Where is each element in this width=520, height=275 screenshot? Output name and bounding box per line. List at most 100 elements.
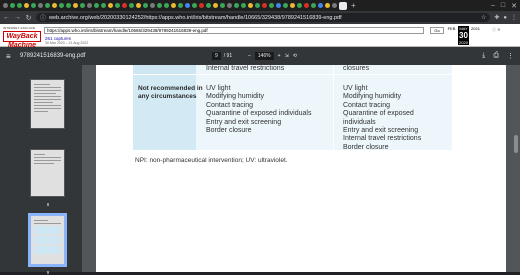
tab[interactable]: [255, 3, 260, 8]
tab[interactable]: [108, 3, 113, 8]
tab[interactable]: [164, 3, 169, 8]
list-item: Internal travel restrictions: [343, 135, 422, 143]
tab[interactable]: [80, 3, 85, 8]
list-item: Quarantine of exposed individuals: [206, 110, 312, 118]
tab[interactable]: [234, 3, 239, 8]
tab[interactable]: [157, 3, 162, 8]
url-text[interactable]: web.archive.org/web/20200330124252/https…: [49, 15, 342, 21]
tab[interactable]: [171, 3, 176, 8]
tab-active[interactable]: [339, 1, 347, 10]
tab[interactable]: [45, 3, 50, 8]
tab[interactable]: [325, 3, 330, 8]
tab[interactable]: [73, 3, 78, 8]
next-year-label[interactable]: 2021: [470, 26, 481, 45]
tab[interactable]: [276, 3, 281, 8]
forward-icon[interactable]: →: [14, 14, 21, 21]
thumbnail-page-number: 8: [46, 202, 50, 207]
sidebar-menu-icon[interactable]: ≡: [6, 52, 16, 61]
list-item: UV light: [343, 85, 368, 92]
tab[interactable]: [178, 3, 183, 8]
minimize-icon[interactable]: –: [491, 2, 495, 10]
tab[interactable]: [241, 3, 246, 8]
print-icon[interactable]: ⎙: [493, 52, 499, 60]
list-item: Border closure: [343, 143, 389, 151]
tab[interactable]: [87, 3, 92, 8]
new-tab-icon[interactable]: +: [351, 1, 356, 10]
wayback-logo[interactable]: INTERNET ARCHIVE WayBack Machine: [3, 26, 41, 49]
capture-calendar: FEB MAY 30 2020 2021: [446, 26, 481, 45]
tab[interactable]: [115, 3, 120, 8]
tab[interactable]: [220, 3, 225, 8]
zoom-level-input[interactable]: 146%: [254, 52, 274, 60]
tab[interactable]: [136, 3, 141, 8]
pdf-filename: 9789241516839-eng.pdf: [20, 53, 86, 59]
extensions-icon[interactable]: ✚: [494, 14, 499, 21]
table-cell: Internal travel restrictions: [206, 65, 285, 72]
go-button[interactable]: Go: [430, 27, 444, 34]
pdf-viewer[interactable]: Internal travel restrictions closures No…: [82, 65, 520, 272]
tab[interactable]: [318, 3, 323, 8]
tab[interactable]: [311, 3, 316, 8]
tab[interactable]: [304, 3, 309, 8]
current-year: 2020: [459, 40, 468, 45]
close-wayback-icon[interactable]: ✕: [497, 27, 500, 32]
wayback-url-input[interactable]: https://apps.who.int/iris/bitstream/hand…: [44, 27, 424, 34]
tab[interactable]: [101, 3, 106, 8]
tab[interactable]: [227, 3, 232, 8]
tab[interactable]: [17, 3, 22, 8]
address-bar: ← → ↻ ⓘ web.archive.org/web/202003301242…: [0, 11, 520, 24]
tab[interactable]: [24, 3, 29, 8]
bookmark-star-icon[interactable]: ☆: [481, 14, 486, 21]
page-thumbnail[interactable]: [30, 149, 65, 197]
internet-archive-label: INTERNET ARCHIVE: [3, 26, 36, 30]
about-icon[interactable]: ⓘ: [492, 27, 496, 32]
more-options-icon[interactable]: ⋮: [507, 52, 514, 60]
tab[interactable]: [129, 3, 134, 8]
page-thumbnail[interactable]: [30, 79, 65, 129]
scrollbar[interactable]: [514, 135, 518, 153]
close-icon[interactable]: ✕: [511, 2, 517, 10]
zoom-in-button[interactable]: +: [278, 53, 281, 59]
site-info-icon[interactable]: ⓘ: [40, 13, 46, 22]
tab[interactable]: [283, 3, 288, 8]
tab-strip: + – □ ✕: [0, 0, 520, 11]
prev-month-label[interactable]: FEB: [446, 26, 457, 45]
tab[interactable]: [143, 3, 148, 8]
tab[interactable]: [94, 3, 99, 8]
tab[interactable]: [185, 3, 190, 8]
profile-icon[interactable]: ●: [503, 15, 507, 21]
tab[interactable]: [206, 3, 211, 8]
menu-icon[interactable]: ⋮: [511, 14, 517, 21]
tab[interactable]: [290, 3, 295, 8]
capture-date-range: 30 Mar 2020 – 21 Aug 2022: [45, 41, 89, 45]
tab[interactable]: [38, 3, 43, 8]
list-item: Modifying humidity: [343, 93, 401, 101]
tab[interactable]: [262, 3, 267, 8]
url-bar[interactable]: ⓘ web.archive.org/web/20200330124252/htt…: [36, 13, 491, 22]
reload-icon[interactable]: ↻: [25, 14, 32, 22]
tab[interactable]: [332, 3, 337, 8]
tab[interactable]: [52, 3, 57, 8]
table-cell: UV light Modifying humidity Contact trac…: [206, 85, 311, 135]
tab[interactable]: [66, 3, 71, 8]
tab[interactable]: [269, 3, 274, 8]
tab[interactable]: [31, 3, 36, 8]
page-thumbnail-selected[interactable]: [28, 213, 67, 267]
tab[interactable]: [150, 3, 155, 8]
page-number-input[interactable]: 9: [212, 52, 221, 60]
tab[interactable]: [248, 3, 253, 8]
fit-page-icon[interactable]: ⇲: [285, 53, 289, 59]
tab[interactable]: [59, 3, 64, 8]
tab[interactable]: [3, 3, 8, 8]
tab[interactable]: [297, 3, 302, 8]
back-icon[interactable]: ←: [3, 14, 10, 21]
tab[interactable]: [213, 3, 218, 8]
tab[interactable]: [122, 3, 127, 8]
tab[interactable]: [199, 3, 204, 8]
tab[interactable]: [10, 3, 15, 8]
tab[interactable]: [192, 3, 197, 8]
rotate-icon[interactable]: ⟲: [293, 53, 297, 59]
zoom-out-button[interactable]: –: [248, 53, 251, 59]
maximize-icon[interactable]: □: [501, 2, 505, 10]
download-icon[interactable]: ⤓: [482, 52, 485, 60]
